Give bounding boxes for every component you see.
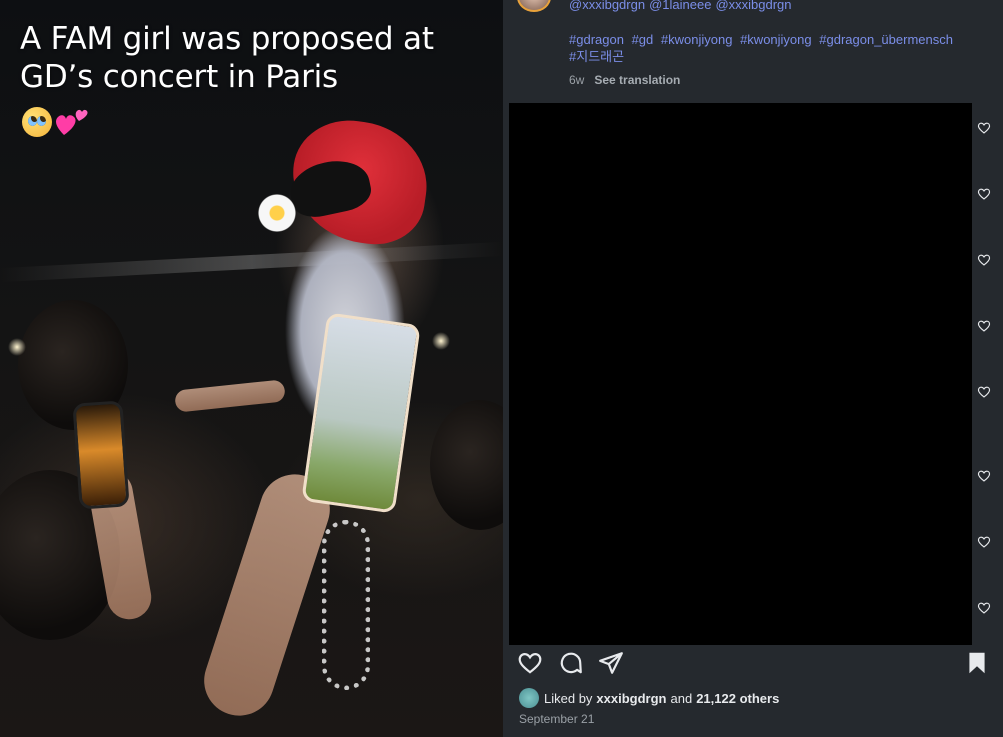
comment-heart-icon[interactable]	[977, 319, 991, 333]
post-caption: @xxxibgdrgn @1laineee @xxxibgdrgn #gdragon…	[503, 0, 1003, 100]
hashtag-link[interactable]: #kwonjiyong	[661, 32, 733, 47]
held-phone	[72, 400, 130, 510]
comment-icon[interactable]	[558, 650, 584, 676]
mention-link[interactable]: @xxxibgdrgn	[715, 0, 791, 12]
liker-avatar[interactable]	[519, 688, 539, 708]
video-overlay-title: A FAM girl was proposed at GD’s concert …	[20, 21, 434, 95]
heart-icon[interactable]	[517, 650, 543, 676]
comment-heart-icon[interactable]	[977, 601, 991, 615]
caption-mentions: @xxxibgdrgn @1laineee @xxxibgdrgn	[569, 0, 796, 12]
two-hearts-icon	[56, 109, 88, 135]
hashtag-link[interactable]: #gdragon	[569, 32, 624, 47]
liked-by-others-link[interactable]: 21,122 others	[696, 691, 779, 706]
post-action-bar	[503, 646, 1003, 686]
see-translation-link[interactable]: See translation	[594, 73, 680, 87]
post-media-video-frame[interactable]: A FAM girl was proposed at GD’s concert …	[0, 0, 503, 737]
hashtag-link[interactable]: #gd	[632, 32, 654, 47]
hashtag-link[interactable]: #지드래곤	[569, 49, 624, 64]
comment-heart-icon[interactable]	[977, 385, 991, 399]
share-icon[interactable]	[598, 650, 624, 676]
comment-heart-icon[interactable]	[977, 469, 991, 483]
comment-heart-icon[interactable]	[977, 535, 991, 549]
bookmark-icon[interactable]	[964, 650, 990, 676]
comment-heart-icon[interactable]	[977, 121, 991, 135]
raised-arm	[195, 465, 339, 725]
mention-link[interactable]: @1laineee	[649, 0, 711, 12]
daisy-flower	[255, 194, 299, 232]
comments-area-blank	[509, 103, 972, 645]
instagram-post-view: A FAM girl was proposed at GD’s concert …	[0, 0, 1003, 737]
liked-by-user-link[interactable]: xxxibgdrgn	[596, 691, 666, 706]
post-side-panel: @xxxibgdrgn @1laineee @xxxibgdrgn #gdragon…	[503, 0, 1003, 737]
post-date: September 21	[519, 712, 595, 726]
liked-by-conj: and	[670, 690, 693, 706]
liked-by-prefix: Liked by	[544, 690, 593, 706]
light-bokeh	[8, 338, 26, 356]
hashtag-link[interactable]: #gdragon_übermensch	[819, 32, 953, 47]
pleading-face-icon	[22, 106, 52, 137]
comment-heart-icon[interactable]	[977, 187, 991, 201]
liked-by-row: Liked by xxxibgdrgn and 21,122 others	[519, 688, 783, 708]
caption-meta: 6w See translation	[569, 73, 680, 87]
audience-head	[430, 400, 503, 530]
author-avatar[interactable]	[517, 0, 551, 12]
post-age: 6w	[569, 73, 585, 87]
comment-heart-icon[interactable]	[977, 253, 991, 267]
caption-hashtags: #gdragon #gd #kwonjiyong #kwonjiyong #gd…	[569, 31, 989, 65]
mention-link[interactable]: @xxxibgdrgn	[569, 0, 645, 12]
phone-bead-strap	[322, 520, 370, 690]
comment-like-column	[975, 103, 1003, 645]
hashtag-link[interactable]: #kwonjiyong	[740, 32, 812, 47]
overlay-emoji	[22, 103, 88, 137]
